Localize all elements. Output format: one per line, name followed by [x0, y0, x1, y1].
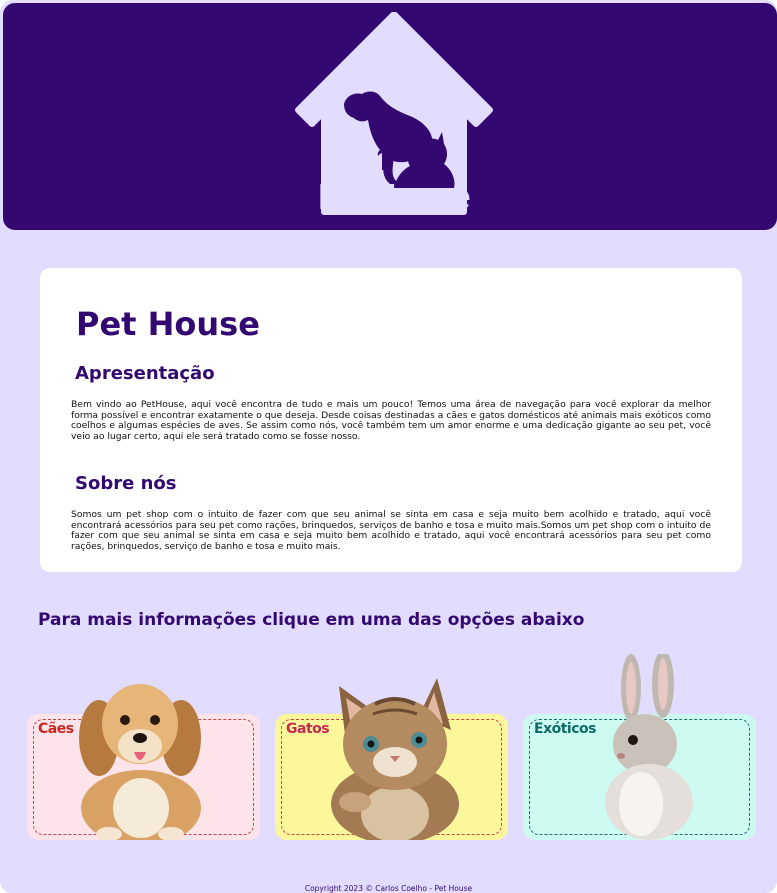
category-label-gatos: Gatos [286, 721, 330, 737]
category-label-caes: Cães [38, 721, 74, 737]
section-text-apresentacao: Bem vindo ao PetHouse, aqui você encontr… [71, 399, 711, 442]
content-card: Pet House Apresentação Bem vindo ao PetH… [40, 268, 742, 572]
site-header: PetHouse [3, 3, 777, 230]
logo-text-house: House [370, 176, 471, 217]
pethouse-logo[interactable]: PetHouse [294, 11, 494, 222]
section-heading-sobre-nos: Sobre nós [75, 473, 177, 494]
footer-copyright: Copyright 2023 © Carlos Coelho - Pet Hou… [304, 884, 473, 893]
more-info-heading: Para mais informações clique em uma das … [38, 610, 585, 630]
page: PetHouse Pet House Apresentação Bem vind… [0, 0, 777, 893]
category-label-exoticos: Exóticos [534, 721, 596, 737]
logo-text-pet: Pet [317, 176, 372, 217]
section-text-sobre-nos: Somos um pet shop com o intuito de fazer… [71, 509, 711, 552]
category-card-caes[interactable]: Cães [27, 684, 260, 840]
category-card-gatos[interactable]: Gatos [275, 678, 508, 840]
section-heading-apresentacao: Apresentação [75, 363, 215, 384]
page-title: Pet House [76, 305, 260, 343]
category-card-exoticos[interactable]: Exóticos [523, 654, 756, 840]
logo-wordmark: PetHouse [294, 177, 494, 217]
